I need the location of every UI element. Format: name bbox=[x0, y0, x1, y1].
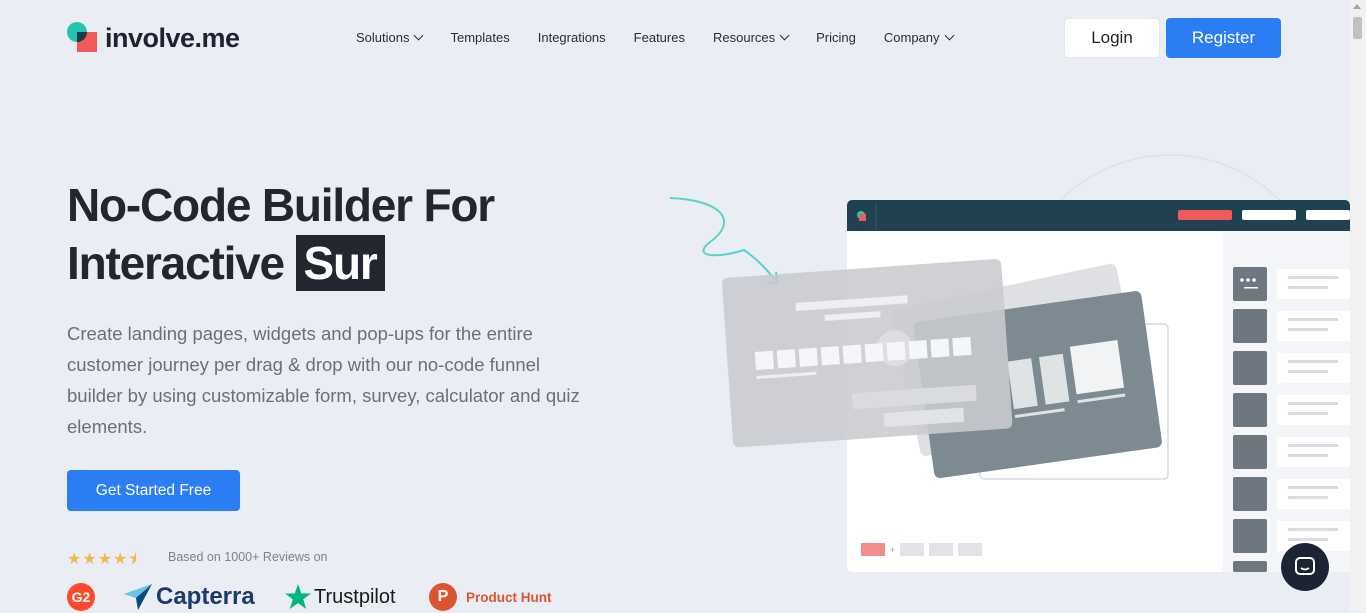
nav-label: Templates bbox=[450, 30, 510, 45]
producthunt-logo-icon: P bbox=[429, 583, 457, 611]
chevron-down-icon bbox=[414, 30, 424, 41]
g2-badge[interactable]: G2 bbox=[67, 583, 95, 611]
logo-mark-icon bbox=[67, 22, 99, 54]
scroll-up-arrow-icon[interactable] bbox=[1353, 4, 1361, 9]
producthunt-label: Product Hunt bbox=[466, 589, 552, 605]
nav-item-resources[interactable]: Resources bbox=[712, 30, 790, 45]
window-red-pill bbox=[1178, 210, 1232, 220]
hero-description: Create landing pages, widgets and pop-up… bbox=[67, 323, 580, 437]
hero-title-line1: No-Code Builder For bbox=[67, 179, 495, 231]
capterra-badge[interactable]: Capterra bbox=[124, 583, 255, 611]
chevron-down-icon bbox=[944, 30, 954, 41]
scrollbar-thumb[interactable] bbox=[1353, 17, 1362, 39]
nav-item-integrations[interactable]: Integrations bbox=[538, 30, 606, 45]
page-scrollbar[interactable] bbox=[1349, 0, 1366, 612]
capterra-label: Capterra bbox=[156, 583, 255, 610]
chat-launcher-button[interactable] bbox=[1281, 543, 1329, 591]
rating-stars: ★★★★⯨ bbox=[67, 548, 138, 575]
curved-arrow-icon bbox=[669, 197, 777, 283]
nav-item-features[interactable]: Features bbox=[634, 30, 685, 45]
brand-logo[interactable]: involve.me bbox=[67, 22, 240, 54]
producthunt-badge[interactable]: P Product Hunt bbox=[429, 583, 552, 611]
nav-label: Features bbox=[633, 30, 685, 45]
nav-item-solutions[interactable]: Solutions bbox=[356, 30, 424, 45]
nav-item-company[interactable]: Company bbox=[883, 30, 954, 45]
half-star-icon: ⯨ bbox=[128, 551, 138, 568]
nav-label: Pricing bbox=[816, 30, 856, 45]
star-icons: ★★★★ bbox=[67, 551, 129, 568]
reviews-label: Based on 1000+ Reviews on bbox=[168, 550, 328, 564]
trustpilot-badge[interactable]: Trustpilot bbox=[284, 583, 396, 611]
capterra-logo-icon bbox=[124, 584, 152, 610]
login-button[interactable]: Login bbox=[1064, 18, 1160, 58]
nav-item-pricing[interactable]: Pricing bbox=[816, 30, 856, 45]
brand-name: involve.me bbox=[105, 22, 240, 53]
chat-bubble-icon bbox=[1295, 557, 1315, 575]
floating-card-front bbox=[721, 259, 1013, 448]
chevron-down-icon bbox=[779, 30, 790, 41]
nav-label: Company bbox=[883, 30, 940, 45]
g2-logo-icon: G2 bbox=[67, 583, 95, 611]
trustpilot-star-icon bbox=[285, 584, 311, 609]
hero-title-highlight: Sur bbox=[295, 235, 385, 291]
nav-label: Integrations bbox=[537, 30, 606, 45]
sidebar-blocks bbox=[1233, 267, 1350, 572]
nav-label: Resources bbox=[712, 30, 776, 45]
hero-title: No-Code Builder For Interactive Sur bbox=[67, 176, 495, 292]
nav-item-templates[interactable]: Templates bbox=[450, 30, 509, 45]
main-nav: Solutions Templates Integrations Feature… bbox=[356, 30, 981, 45]
trustpilot-label: Trustpilot bbox=[314, 585, 396, 608]
hero-title-line2-prefix: Interactive bbox=[67, 237, 285, 289]
svg-text:+: + bbox=[890, 545, 895, 555]
get-started-button[interactable]: Get Started Free bbox=[67, 470, 240, 511]
register-button[interactable]: Register bbox=[1166, 18, 1281, 58]
nav-label: Solutions bbox=[356, 30, 410, 45]
builder-illustration: + bbox=[669, 154, 1350, 572]
